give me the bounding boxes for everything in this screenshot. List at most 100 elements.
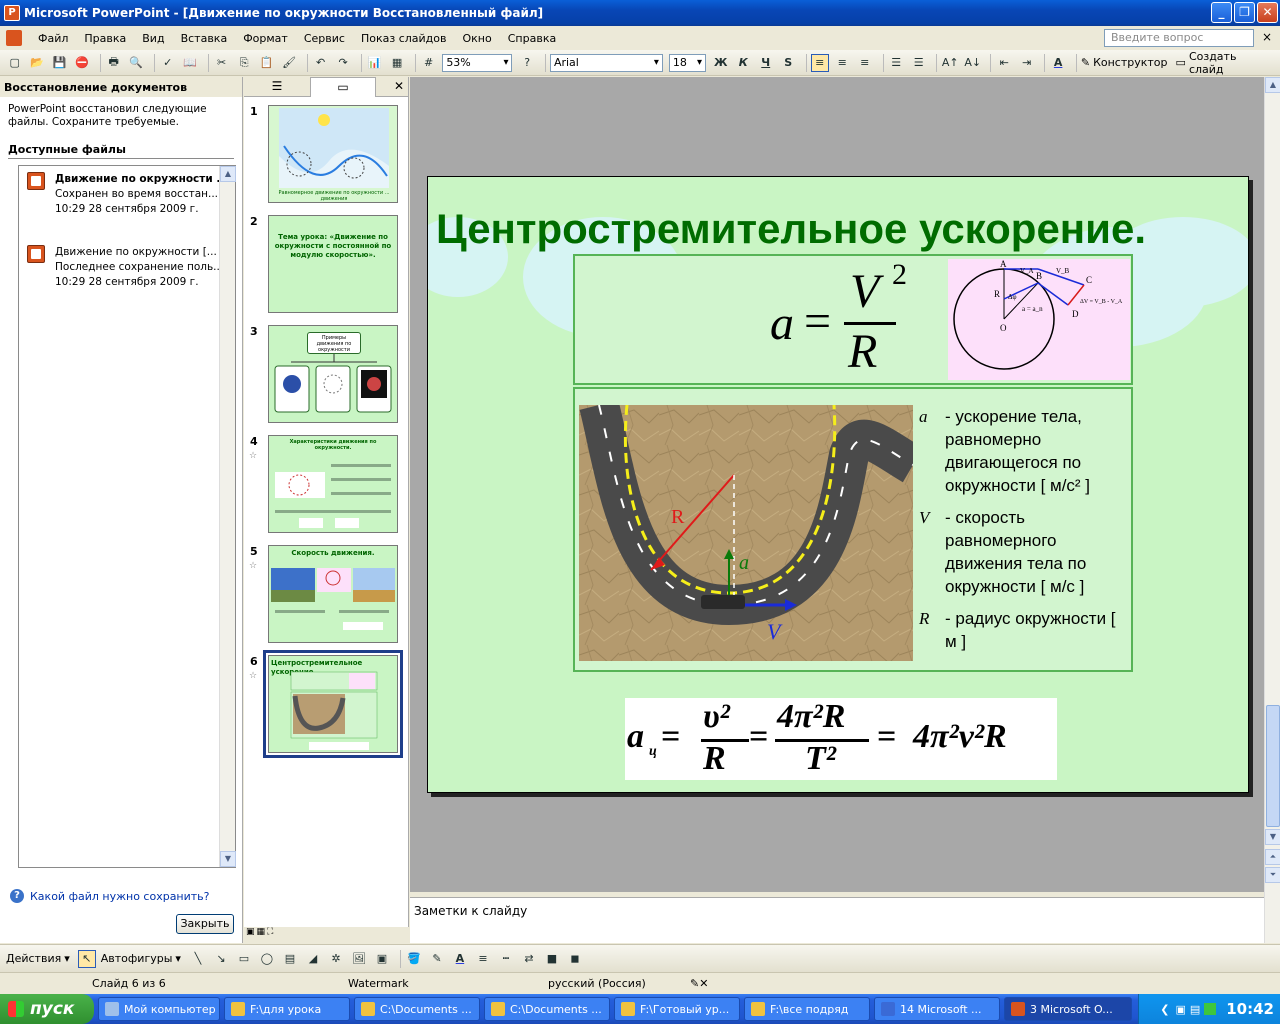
designer-button[interactable]: ✎ Конструктор xyxy=(1081,56,1168,69)
taskbar-item-folder[interactable]: F:\для урока xyxy=(224,997,350,1021)
slide-title[interactable]: Центростремительное ускорение. xyxy=(436,205,1146,253)
help-link[interactable]: ? Какой файл нужно сохранить? xyxy=(10,889,210,903)
shadow-button[interactable]: S xyxy=(779,54,797,72)
help-icon[interactable]: ? xyxy=(518,54,536,72)
slides-tab[interactable]: ▭ xyxy=(310,77,376,97)
underline-button[interactable]: Ч xyxy=(757,54,775,72)
menu-view[interactable]: Вид xyxy=(134,32,172,45)
increase-indent-icon[interactable]: ⇥ xyxy=(1018,54,1036,72)
road-and-legend-box[interactable]: R a V a - ускорение тела, равномерно дви… xyxy=(573,387,1133,672)
menu-window[interactable]: Окно xyxy=(455,32,500,45)
autoshapes-menu[interactable]: Автофигуры ▾ xyxy=(101,952,181,965)
start-button[interactable]: пуск xyxy=(0,994,94,1024)
decrease-font-icon[interactable]: A↓ xyxy=(964,54,982,72)
align-center-button[interactable]: ≡ xyxy=(834,54,852,72)
slideshow-view-icon[interactable]: ⛶ xyxy=(267,927,273,943)
taskbar-item-folder[interactable]: C:\Documents ... xyxy=(354,997,480,1021)
next-slide-icon[interactable]: ⏷ xyxy=(1265,867,1280,883)
arrow-icon[interactable]: ↘ xyxy=(212,950,230,968)
tray-arrow-icon[interactable]: ❮ xyxy=(1160,1003,1169,1016)
scroll-down-icon[interactable]: ▼ xyxy=(1265,829,1280,845)
bold-button[interactable]: Ж xyxy=(712,54,730,72)
spelling-icon[interactable]: ✓ xyxy=(159,54,177,72)
diagram-icon[interactable]: ✲ xyxy=(327,950,345,968)
maximize-button[interactable]: ❐ xyxy=(1234,2,1255,23)
main-scrollbar[interactable]: ▲ ▼ ⏶ ⏷ xyxy=(1264,77,1280,943)
clipart-icon[interactable]: 🖼 xyxy=(350,950,368,968)
file-list-scrollbar[interactable]: ▲ ▼ xyxy=(219,166,236,867)
taskbar-item-folder[interactable]: F:\Готовый ур... xyxy=(614,997,740,1021)
print-icon[interactable]: 🖶 xyxy=(105,54,123,72)
picture-icon[interactable]: ▣ xyxy=(373,950,391,968)
network-tray-icon[interactable]: ▤ xyxy=(1190,1003,1200,1016)
research-icon[interactable]: 📖 xyxy=(181,54,199,72)
outline-tab[interactable]: ☰ xyxy=(244,77,310,97)
slide-notes-field[interactable]: Заметки к слайду xyxy=(410,897,1264,943)
table-icon[interactable]: ▦ xyxy=(388,54,406,72)
fill-color-icon[interactable]: 🪣 xyxy=(405,950,423,968)
italic-button[interactable]: К xyxy=(734,54,752,72)
language-tray-icon[interactable]: ▣ xyxy=(1175,1003,1185,1016)
grid-icon[interactable]: # xyxy=(420,54,438,72)
cut-icon[interactable]: ✂ xyxy=(213,54,231,72)
copy-icon[interactable]: ⎘ xyxy=(235,54,253,72)
actions-menu[interactable]: Действия ▾ xyxy=(6,952,70,965)
3d-style-icon[interactable]: ◼ xyxy=(566,950,584,968)
menu-slideshow[interactable]: Показ слайдов xyxy=(353,32,455,45)
formula-box[interactable]: a = V 2 R A B C D R O Δφ V_A V_B ΔV = V_… xyxy=(573,254,1133,385)
dash-style-icon[interactable]: ┅ xyxy=(497,950,515,968)
close-window-button[interactable]: ✕ xyxy=(1257,2,1278,23)
redo-icon[interactable]: ↷ xyxy=(334,54,352,72)
print-preview-icon[interactable]: 🔍 xyxy=(127,54,145,72)
font-color-button[interactable]: A xyxy=(1049,54,1067,72)
menu-tools[interactable]: Сервис xyxy=(296,32,353,45)
bullets-icon[interactable]: ☰ xyxy=(910,54,928,72)
taskbar-item-folder[interactable]: F:\все подряд xyxy=(744,997,870,1021)
shadow-style-icon[interactable]: ■ xyxy=(543,950,561,968)
arrow-style-icon[interactable]: ⇄ xyxy=(520,950,538,968)
scroll-down-icon[interactable]: ▼ xyxy=(220,851,236,867)
menu-file[interactable]: Файл xyxy=(30,32,76,45)
save-icon[interactable]: 💾 xyxy=(51,54,69,72)
oval-icon[interactable]: ◯ xyxy=(258,950,276,968)
menu-edit[interactable]: Правка xyxy=(76,32,134,45)
line-style-icon[interactable]: ≡ xyxy=(474,950,492,968)
help-search-input[interactable]: Введите вопрос xyxy=(1104,29,1254,47)
zoom-select[interactable]: 53% xyxy=(442,53,513,72)
numbering-icon[interactable]: ☰ xyxy=(887,54,905,72)
taskbar-item-folder[interactable]: C:\Documents ... xyxy=(484,997,610,1021)
rectangle-icon[interactable]: ▭ xyxy=(235,950,253,968)
paste-icon[interactable]: 📋 xyxy=(258,54,276,72)
menu-insert[interactable]: Вставка xyxy=(173,32,236,45)
taskbar-item-my-computer[interactable]: Мой компьютер xyxy=(98,997,220,1021)
align-left-button[interactable]: ≡ xyxy=(810,53,829,72)
undo-icon[interactable]: ↶ xyxy=(312,54,330,72)
textbox-icon[interactable]: ▤ xyxy=(281,950,299,968)
open-icon[interactable]: 📂 xyxy=(29,54,47,72)
sorter-view-icon[interactable]: ▦ xyxy=(257,927,266,943)
chart-icon[interactable]: 📊 xyxy=(366,54,384,72)
align-right-button[interactable]: ≡ xyxy=(856,54,874,72)
spelling-status-icon[interactable]: ✎✕ xyxy=(690,977,708,990)
security-tray-icon[interactable] xyxy=(1204,1003,1217,1015)
scroll-thumb[interactable] xyxy=(1266,705,1280,827)
line-color-icon[interactable]: ✎ xyxy=(428,950,446,968)
new-icon[interactable]: ▢ xyxy=(6,54,24,72)
close-pane-icon[interactable]: ✕ xyxy=(390,77,408,96)
minimize-button[interactable]: _ xyxy=(1211,2,1232,23)
scroll-up-icon[interactable]: ▲ xyxy=(220,166,236,182)
recovered-file-item[interactable]: Движение по окружности [... Последнее со… xyxy=(19,239,235,290)
format-painter-icon[interactable]: 🖌 xyxy=(280,54,298,72)
decrease-indent-icon[interactable]: ⇤ xyxy=(995,54,1013,72)
select-arrow-icon[interactable]: ↖ xyxy=(77,949,96,968)
new-slide-button[interactable]: ▭ Создать слайд xyxy=(1176,50,1272,76)
menu-format[interactable]: Формат xyxy=(235,32,296,45)
recovered-file-item[interactable]: Движение по окружности ... Сохранен во в… xyxy=(19,166,235,217)
menu-help[interactable]: Справка xyxy=(500,32,564,45)
wordart-icon[interactable]: ◢ xyxy=(304,950,322,968)
close-pane-button[interactable]: Закрыть xyxy=(176,914,234,934)
increase-font-icon[interactable]: A↑ xyxy=(941,54,959,72)
close-document-icon[interactable]: × xyxy=(1262,30,1272,44)
normal-view-icon[interactable]: ▣ xyxy=(246,927,255,943)
font-color-icon[interactable]: A xyxy=(451,950,469,968)
